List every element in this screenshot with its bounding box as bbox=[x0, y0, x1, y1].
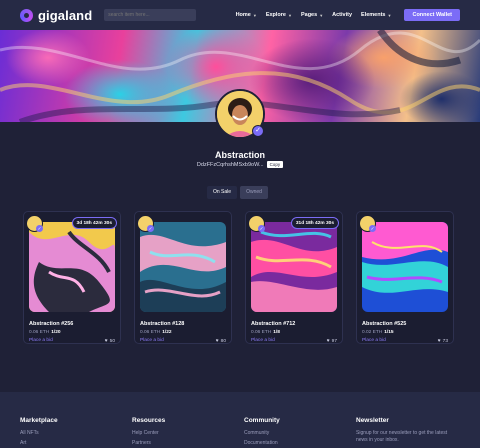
like-count: 97 bbox=[331, 338, 337, 344]
chevron-down-icon: ▼ bbox=[387, 12, 392, 18]
verified-icon: ✓ bbox=[252, 125, 264, 137]
like-count: 50 bbox=[109, 338, 115, 344]
price-value: 0.06 ETH bbox=[29, 330, 50, 335]
heart-icon: ♥ bbox=[104, 338, 108, 344]
wallet-address: DdzFFzCqrhshMSxb9oW... bbox=[196, 161, 264, 168]
nav-home[interactable]: Home ▼ bbox=[236, 12, 257, 18]
nav-pages-label: Pages bbox=[300, 12, 318, 18]
newsletter-text: Signup for our newsletter to get the lat… bbox=[356, 430, 448, 443]
price-value: 0.06 ETH bbox=[140, 330, 161, 335]
nav-elements-label: Elements bbox=[361, 12, 386, 18]
wallet-address-row: DdzFFzCqrhshMSxb9oW... Copy bbox=[0, 161, 480, 168]
nft-card[interactable]: ✓ Abstraction #128 0.06 ETH 1/22 Place a … bbox=[134, 211, 232, 344]
logo-text: gigaland bbox=[38, 7, 93, 23]
nft-title[interactable]: Abstraction #712 bbox=[251, 321, 295, 327]
nft-image[interactable] bbox=[362, 222, 448, 312]
price-value: 0.02 ETH bbox=[362, 330, 383, 335]
nft-price: 0.06 ETH 1/20 bbox=[29, 330, 61, 335]
footer-link[interactable]: Documentation bbox=[244, 440, 280, 446]
nav-activity-label: Activity bbox=[332, 12, 353, 18]
chevron-down-icon: ▼ bbox=[319, 12, 324, 18]
countdown-badge: 31d 18h 42m 30s bbox=[290, 217, 339, 229]
like-button[interactable]: ♥ 80 bbox=[216, 338, 226, 344]
edition-count: 1/20 bbox=[51, 330, 61, 335]
like-button[interactable]: ♥ 50 bbox=[105, 338, 115, 344]
nav-explore[interactable]: Explore ▼ bbox=[266, 12, 292, 18]
edition-count: 1/8 bbox=[273, 330, 280, 335]
nft-image[interactable] bbox=[29, 222, 115, 312]
footer-col-marketplace: Marketplace All NFTs Art bbox=[20, 417, 58, 448]
footer-heading: Community bbox=[244, 417, 280, 424]
footer-col-resources: Resources Help Center Partners bbox=[132, 417, 165, 448]
verified-icon: ✓ bbox=[258, 225, 265, 232]
nft-title[interactable]: Abstraction #525 bbox=[362, 321, 406, 327]
heart-icon: ♥ bbox=[437, 338, 441, 344]
nav-elements[interactable]: Elements ▼ bbox=[361, 12, 391, 18]
footer-link[interactable]: Art bbox=[20, 440, 58, 446]
main-nav: Home ▼ Explore ▼ Pages ▼ Activity Elements ▼… bbox=[236, 9, 460, 21]
footer-heading: Resources bbox=[132, 417, 166, 424]
nft-card[interactable]: ✓ 3d 18h 42m 30s Abstraction #256 0.06 E… bbox=[23, 211, 121, 344]
connect-wallet-button[interactable]: Connect Wallet bbox=[404, 9, 460, 21]
chevron-down-icon: ▼ bbox=[252, 12, 257, 18]
place-bid-link[interactable]: Place a bid bbox=[362, 338, 386, 343]
price-value: 0.06 ETH bbox=[251, 330, 272, 335]
place-bid-link[interactable]: Place a bid bbox=[140, 338, 164, 343]
footer-link[interactable]: All NFTs bbox=[20, 430, 58, 436]
top-navbar: gigaland Home▼ Explore▼ Pages▼ Activity … bbox=[0, 0, 480, 30]
nav-explore-label: Explore bbox=[265, 12, 286, 18]
tab-owned[interactable]: Owned bbox=[240, 186, 268, 199]
nft-price: 0.06 ETH 1/8 bbox=[251, 330, 280, 335]
logo[interactable]: gigaland bbox=[20, 8, 92, 23]
verified-icon: ✓ bbox=[36, 225, 43, 232]
heart-icon: ♥ bbox=[326, 338, 330, 344]
place-bid-link[interactable]: Place a bid bbox=[29, 338, 53, 343]
footer-link[interactable]: Partners bbox=[132, 440, 165, 446]
like-button[interactable]: ♥ 97 bbox=[327, 338, 337, 344]
like-count: 80 bbox=[220, 338, 226, 344]
footer-heading: Marketplace bbox=[20, 417, 58, 424]
edition-count: 1/22 bbox=[162, 330, 172, 335]
nft-title[interactable]: Abstraction #256 bbox=[29, 321, 73, 327]
profile-tabs: On Sale Owned bbox=[207, 186, 268, 199]
edition-count: 1/15 bbox=[384, 330, 394, 335]
nft-artwork bbox=[251, 222, 337, 312]
copy-button[interactable]: Copy bbox=[266, 161, 284, 168]
nft-price: 0.02 ETH 1/15 bbox=[362, 330, 394, 335]
footer: Marketplace All NFTs Art Resources Help … bbox=[0, 392, 480, 448]
footer-link[interactable]: Community bbox=[244, 430, 280, 436]
verified-icon: ✓ bbox=[147, 225, 154, 232]
nft-card[interactable]: ✓ 31d 18h 42m 30s Abstraction #712 0.06 … bbox=[245, 211, 343, 344]
nft-artwork bbox=[29, 222, 115, 312]
footer-col-newsletter: Newsletter Signup for our newsletter to … bbox=[356, 417, 456, 444]
nav-activity[interactable]: Activity bbox=[332, 12, 352, 18]
logo-icon bbox=[20, 8, 33, 22]
like-button[interactable]: ♥ 73 bbox=[438, 338, 448, 344]
nft-card[interactable]: ✓ Abstraction #525 0.02 ETH 1/15 Place a … bbox=[356, 211, 454, 344]
place-bid-link[interactable]: Place a bid bbox=[251, 338, 275, 343]
tab-on-sale[interactable]: On Sale bbox=[207, 186, 238, 199]
nft-artwork bbox=[140, 222, 226, 312]
newsletter-heading: Newsletter bbox=[356, 417, 389, 424]
chevron-down-icon: ▼ bbox=[288, 12, 292, 18]
nft-image[interactable] bbox=[140, 222, 226, 312]
countdown-badge: 3d 18h 42m 30s bbox=[71, 217, 117, 229]
nav-home-label: Home bbox=[235, 12, 251, 18]
search-input[interactable] bbox=[104, 9, 197, 21]
nft-price: 0.06 ETH 1/22 bbox=[140, 330, 172, 335]
like-count: 73 bbox=[442, 338, 448, 344]
verified-icon: ✓ bbox=[369, 225, 376, 232]
nft-image[interactable] bbox=[251, 222, 337, 312]
footer-col-community: Community Community Documentation bbox=[244, 417, 280, 448]
nav-pages[interactable]: Pages ▼ bbox=[301, 12, 323, 18]
footer-link[interactable]: Help Center bbox=[132, 430, 165, 436]
nft-title[interactable]: Abstraction #128 bbox=[140, 321, 184, 327]
profile-name: Abstraction bbox=[214, 150, 265, 160]
nft-artwork bbox=[362, 222, 448, 312]
heart-icon: ♥ bbox=[215, 338, 219, 344]
